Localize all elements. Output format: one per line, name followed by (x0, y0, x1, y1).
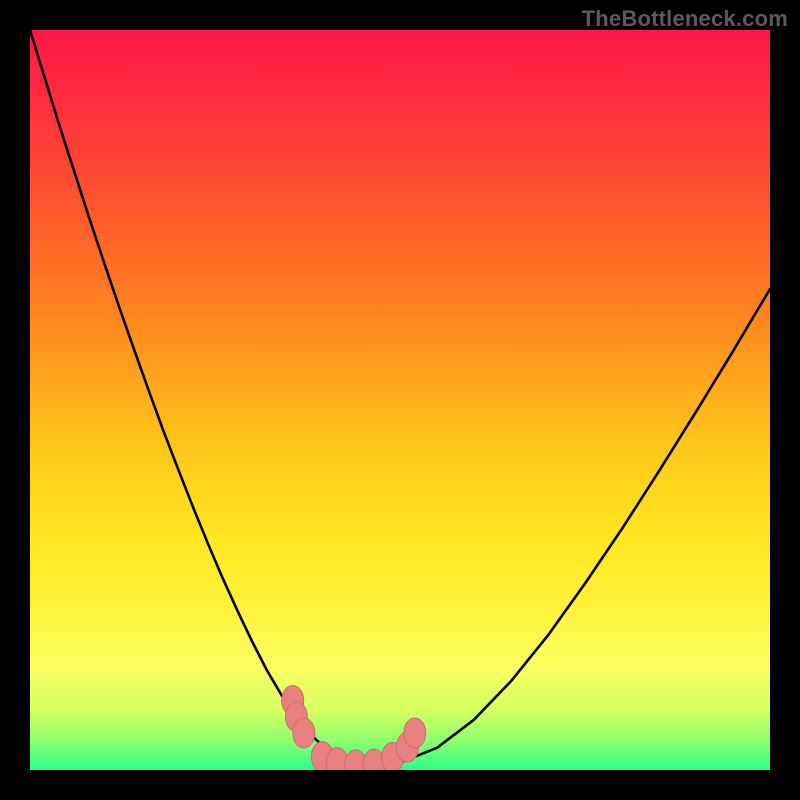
marker-point (404, 718, 426, 748)
curve-layer (30, 30, 770, 770)
chart-frame: TheBottleneck.com (0, 0, 800, 800)
watermark-text: TheBottleneck.com (582, 6, 788, 32)
marker-point (293, 718, 315, 748)
curve-markers (282, 685, 426, 770)
bottleneck-curve (30, 30, 770, 765)
plot-area (30, 30, 770, 770)
